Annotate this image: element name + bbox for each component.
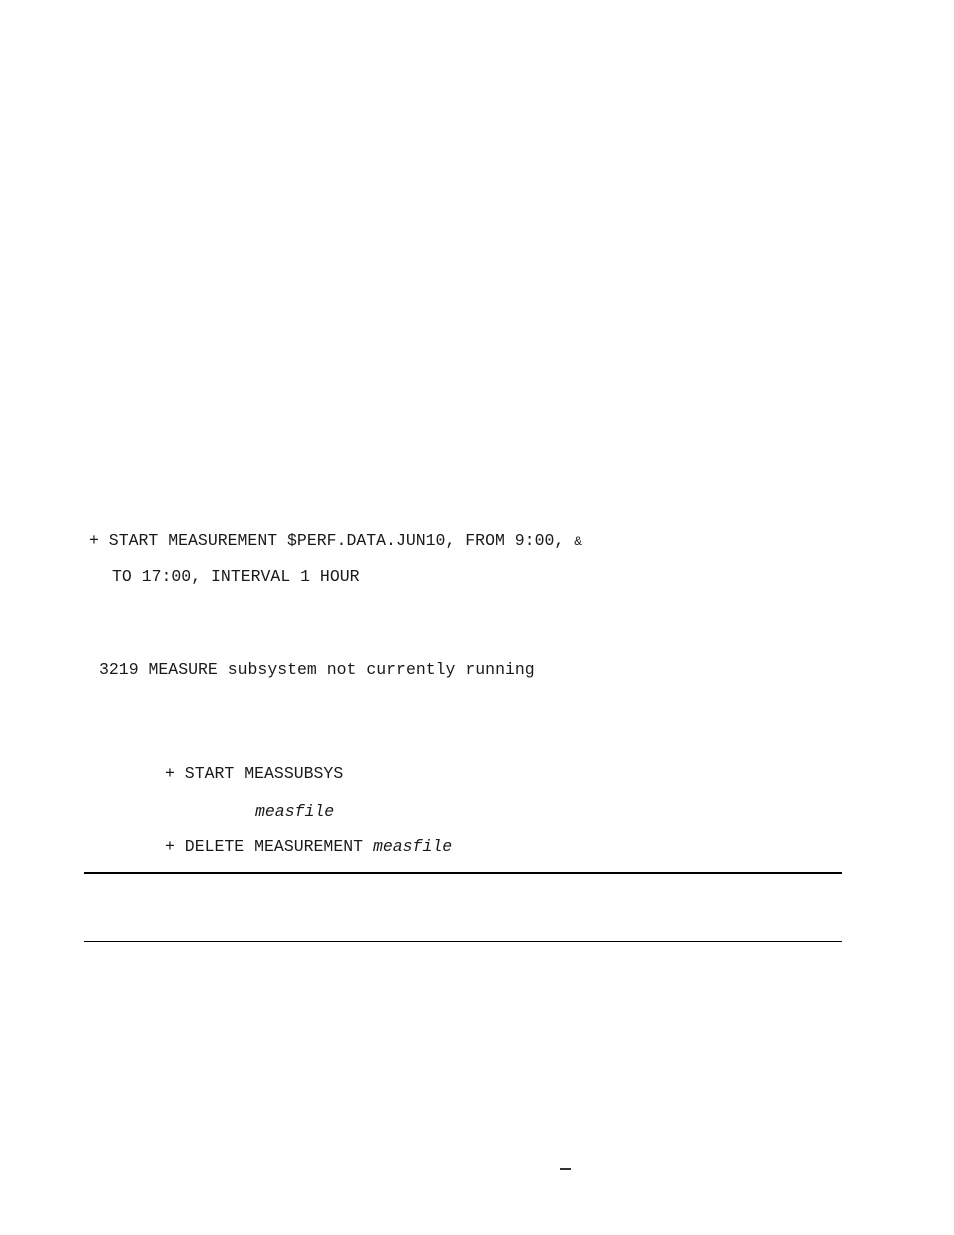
recovery-step-delete-measurement: + DELETE MEASUREMENT measfile — [165, 837, 452, 857]
measfile-parameter: measfile — [372, 837, 453, 856]
command-text: + START MEASUREMENT $PERF.DATA.JUN10, FR… — [89, 531, 575, 550]
command-line-2: TO 17:00, INTERVAL 1 HOUR — [112, 567, 360, 586]
section-divider-thick — [84, 872, 842, 874]
error-message: 3219 MEASURE subsystem not currently run… — [99, 660, 535, 679]
continuation-ampersand: & — [574, 534, 582, 549]
recovery-step-start-meassubsys: + START MEASSUBSYS — [165, 764, 344, 783]
recovery-step-measfile: measfile — [255, 802, 335, 821]
delete-command-text: + DELETE MEASUREMENT — [165, 837, 373, 856]
section-divider-thin — [84, 941, 842, 942]
page-number-dash — [560, 1168, 571, 1170]
command-line-1: + START MEASUREMENT $PERF.DATA.JUN10, FR… — [89, 531, 582, 552]
